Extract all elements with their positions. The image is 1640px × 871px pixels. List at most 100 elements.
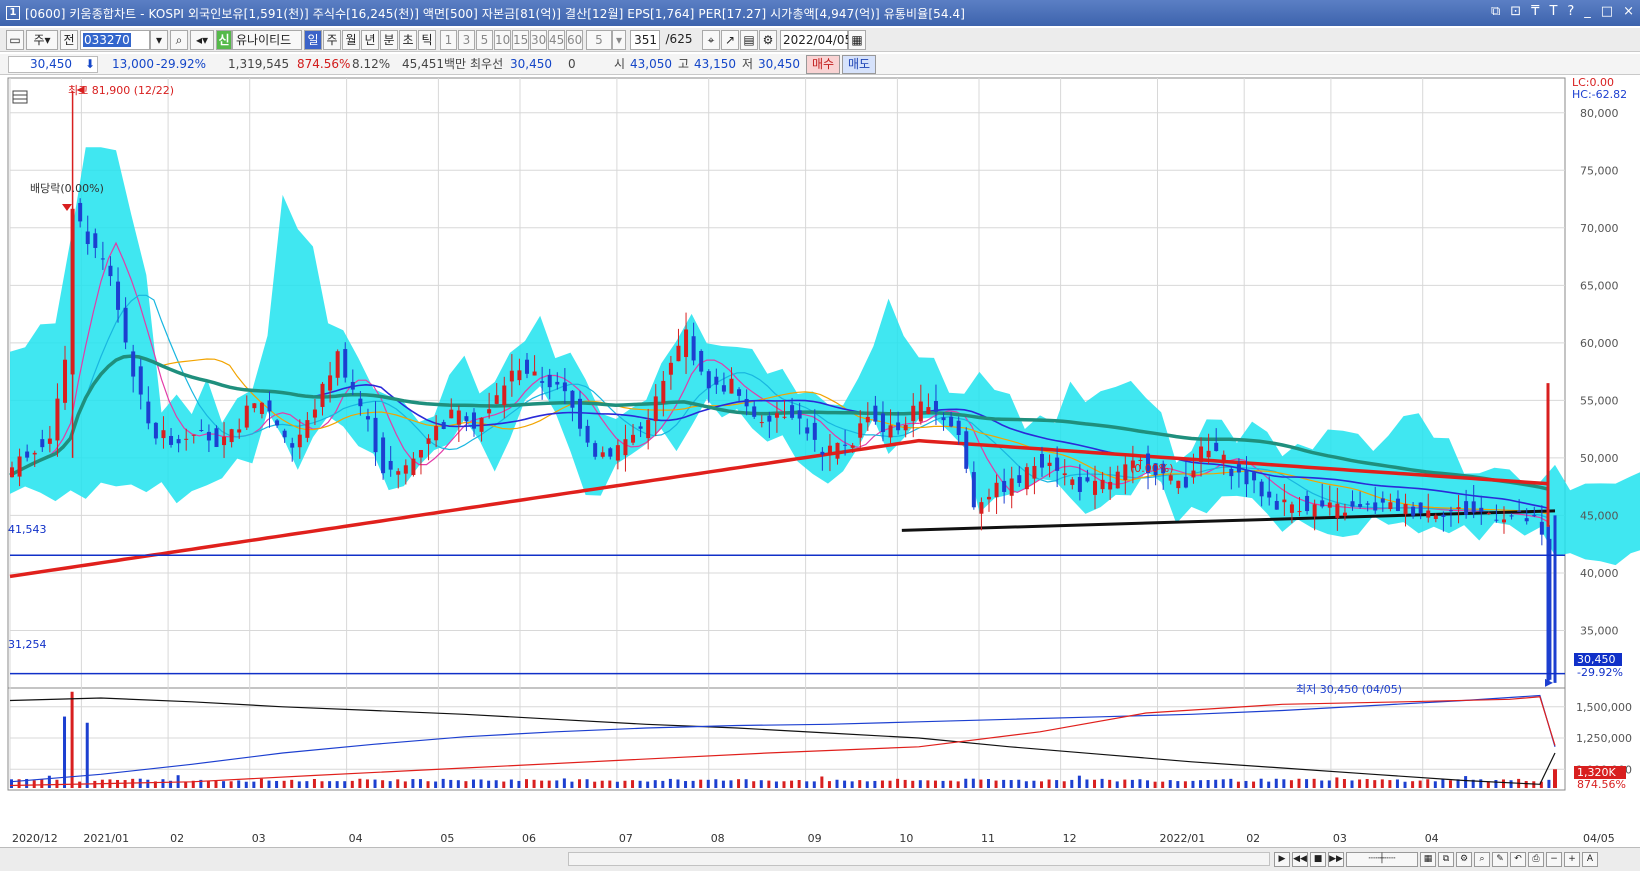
close-button[interactable]: × bbox=[1623, 4, 1634, 19]
bars-shown-input[interactable]: 351 bbox=[630, 30, 660, 50]
crosshair-icon[interactable]: ⌖ bbox=[702, 30, 720, 50]
tile-icon[interactable]: ⧉ bbox=[1491, 4, 1500, 19]
zoom-in-icon[interactable]: + bbox=[1564, 852, 1580, 867]
minimize-button[interactable]: _ bbox=[1584, 4, 1591, 19]
interval-5[interactable]: 5 bbox=[476, 30, 493, 50]
candle-body bbox=[1539, 521, 1544, 535]
scroll-end-icon[interactable]: ▶▶ bbox=[1328, 852, 1344, 867]
zoom-slider[interactable]: ┄┄┼┄┄ bbox=[1346, 852, 1418, 867]
period-week[interactable]: 주 bbox=[323, 30, 341, 50]
volume-bar bbox=[585, 779, 589, 788]
volume-bar bbox=[1191, 780, 1195, 788]
candle-body bbox=[903, 425, 908, 431]
volume-bar bbox=[858, 780, 862, 788]
speaker-icon[interactable]: ◂▾ bbox=[190, 30, 214, 50]
interval-10[interactable]: 10 bbox=[494, 30, 511, 50]
interval-dropdown[interactable]: ▾ bbox=[612, 30, 626, 50]
interval-60[interactable]: 60 bbox=[566, 30, 583, 50]
chart-type-icon[interactable]: ▦ bbox=[1420, 852, 1436, 867]
candle-body bbox=[1252, 472, 1257, 481]
buy-button[interactable]: 매수 bbox=[806, 55, 840, 74]
layout-icon[interactable]: ▭ bbox=[6, 30, 24, 50]
period-tick[interactable]: 틱 bbox=[418, 30, 436, 50]
candle-body bbox=[714, 376, 719, 385]
settings-gear-icon[interactable]: ⚙ bbox=[759, 30, 777, 50]
interval-15[interactable]: 15 bbox=[512, 30, 529, 50]
volume-bar bbox=[926, 780, 930, 788]
draw-icon[interactable]: ✎ bbox=[1492, 852, 1508, 867]
stock-chart[interactable]: 최고 81,900 (12/22) 배당락(0.00%) 최저 30,450 (… bbox=[0, 76, 1640, 847]
search-footer-icon[interactable]: ⌕ bbox=[1474, 852, 1490, 867]
market-selector[interactable]: 주▾ bbox=[26, 30, 58, 50]
period-month[interactable]: 월 bbox=[342, 30, 360, 50]
volume-bar bbox=[979, 779, 983, 788]
print-icon[interactable]: ⎙ bbox=[1528, 852, 1544, 867]
prev-button[interactable]: 전 bbox=[60, 30, 78, 50]
interval-3[interactable]: 3 bbox=[458, 30, 475, 50]
compare-icon[interactable]: ⧉ bbox=[1438, 852, 1454, 867]
stock-dropdown[interactable]: ▾ bbox=[150, 30, 168, 50]
period-second[interactable]: 초 bbox=[399, 30, 417, 50]
candle-body bbox=[373, 417, 378, 453]
horizontal-scrollbar[interactable] bbox=[568, 852, 1270, 866]
candle-body bbox=[244, 405, 249, 428]
period-day[interactable]: 일 bbox=[304, 30, 322, 50]
pin-icon[interactable]: ₸ bbox=[1531, 4, 1539, 19]
calendar-icon[interactable]: ▦ bbox=[848, 30, 866, 50]
volume-bar bbox=[631, 780, 635, 788]
candle-body bbox=[275, 420, 280, 426]
volume-bar bbox=[1115, 781, 1119, 788]
y-tick-label: 45,000 bbox=[1580, 509, 1619, 522]
stock-code-input[interactable]: 033270 bbox=[80, 30, 150, 50]
candle-body bbox=[1024, 467, 1029, 490]
maximize-panel-icon[interactable]: ⊡ bbox=[1510, 4, 1521, 19]
sell-button[interactable]: 매도 bbox=[842, 55, 876, 74]
priority-qty: 0 bbox=[568, 57, 576, 71]
maximize-button[interactable]: □ bbox=[1601, 4, 1613, 19]
sub-y-tick-label: 1,250,000 bbox=[1576, 732, 1632, 745]
interval-45[interactable]: 45 bbox=[548, 30, 565, 50]
help-icon[interactable]: ? bbox=[1567, 4, 1574, 19]
zoom-out-icon[interactable]: − bbox=[1546, 852, 1562, 867]
draw-tool-icon[interactable]: ↗ bbox=[721, 30, 739, 50]
candle-body bbox=[971, 472, 976, 508]
interval-1[interactable]: 1 bbox=[440, 30, 457, 50]
stock-name[interactable]: 유나이티드 bbox=[232, 30, 302, 50]
candle-body bbox=[267, 400, 272, 412]
candle-body bbox=[441, 422, 446, 429]
y-tick-label: 65,000 bbox=[1580, 279, 1619, 292]
volume-bar bbox=[918, 780, 922, 788]
volume-bar bbox=[426, 781, 430, 788]
candle-body bbox=[1289, 504, 1294, 513]
volume-bar bbox=[1252, 781, 1256, 788]
candle-body bbox=[365, 416, 370, 420]
volume-bar bbox=[714, 779, 718, 788]
interval-input[interactable]: 5 bbox=[586, 30, 612, 50]
undo-icon[interactable]: ↶ bbox=[1510, 852, 1526, 867]
candle-body bbox=[161, 430, 166, 439]
date-input[interactable]: 2022/04/05 bbox=[780, 30, 852, 50]
candle-body bbox=[17, 456, 22, 477]
hc-label: HC:-62.82 bbox=[1572, 88, 1627, 101]
period-year[interactable]: 년 bbox=[361, 30, 379, 50]
candle-body bbox=[805, 427, 810, 434]
volume-bar bbox=[146, 779, 150, 788]
scroll-begin-icon[interactable]: ◀◀ bbox=[1292, 852, 1308, 867]
volume-bar bbox=[93, 780, 97, 788]
volume-bar bbox=[744, 779, 748, 788]
candle-body bbox=[312, 409, 317, 418]
text-size-icon[interactable]: A bbox=[1582, 852, 1598, 867]
volume-bar bbox=[540, 780, 544, 788]
save-icon[interactable]: ▤ bbox=[740, 30, 758, 50]
candle-body bbox=[790, 405, 795, 418]
scroll-right-icon[interactable]: ▶ bbox=[1274, 852, 1290, 867]
candle-body bbox=[1388, 502, 1393, 509]
interval-30[interactable]: 30 bbox=[530, 30, 547, 50]
settings-icon[interactable]: ⚙ bbox=[1456, 852, 1472, 867]
candle-body bbox=[827, 445, 832, 456]
text-icon[interactable]: T bbox=[1549, 4, 1557, 19]
search-icon[interactable]: ⌕ bbox=[170, 30, 188, 50]
period-minute[interactable]: 분 bbox=[380, 30, 398, 50]
stop-icon[interactable]: ■ bbox=[1310, 852, 1326, 867]
candle-body bbox=[1532, 515, 1537, 517]
